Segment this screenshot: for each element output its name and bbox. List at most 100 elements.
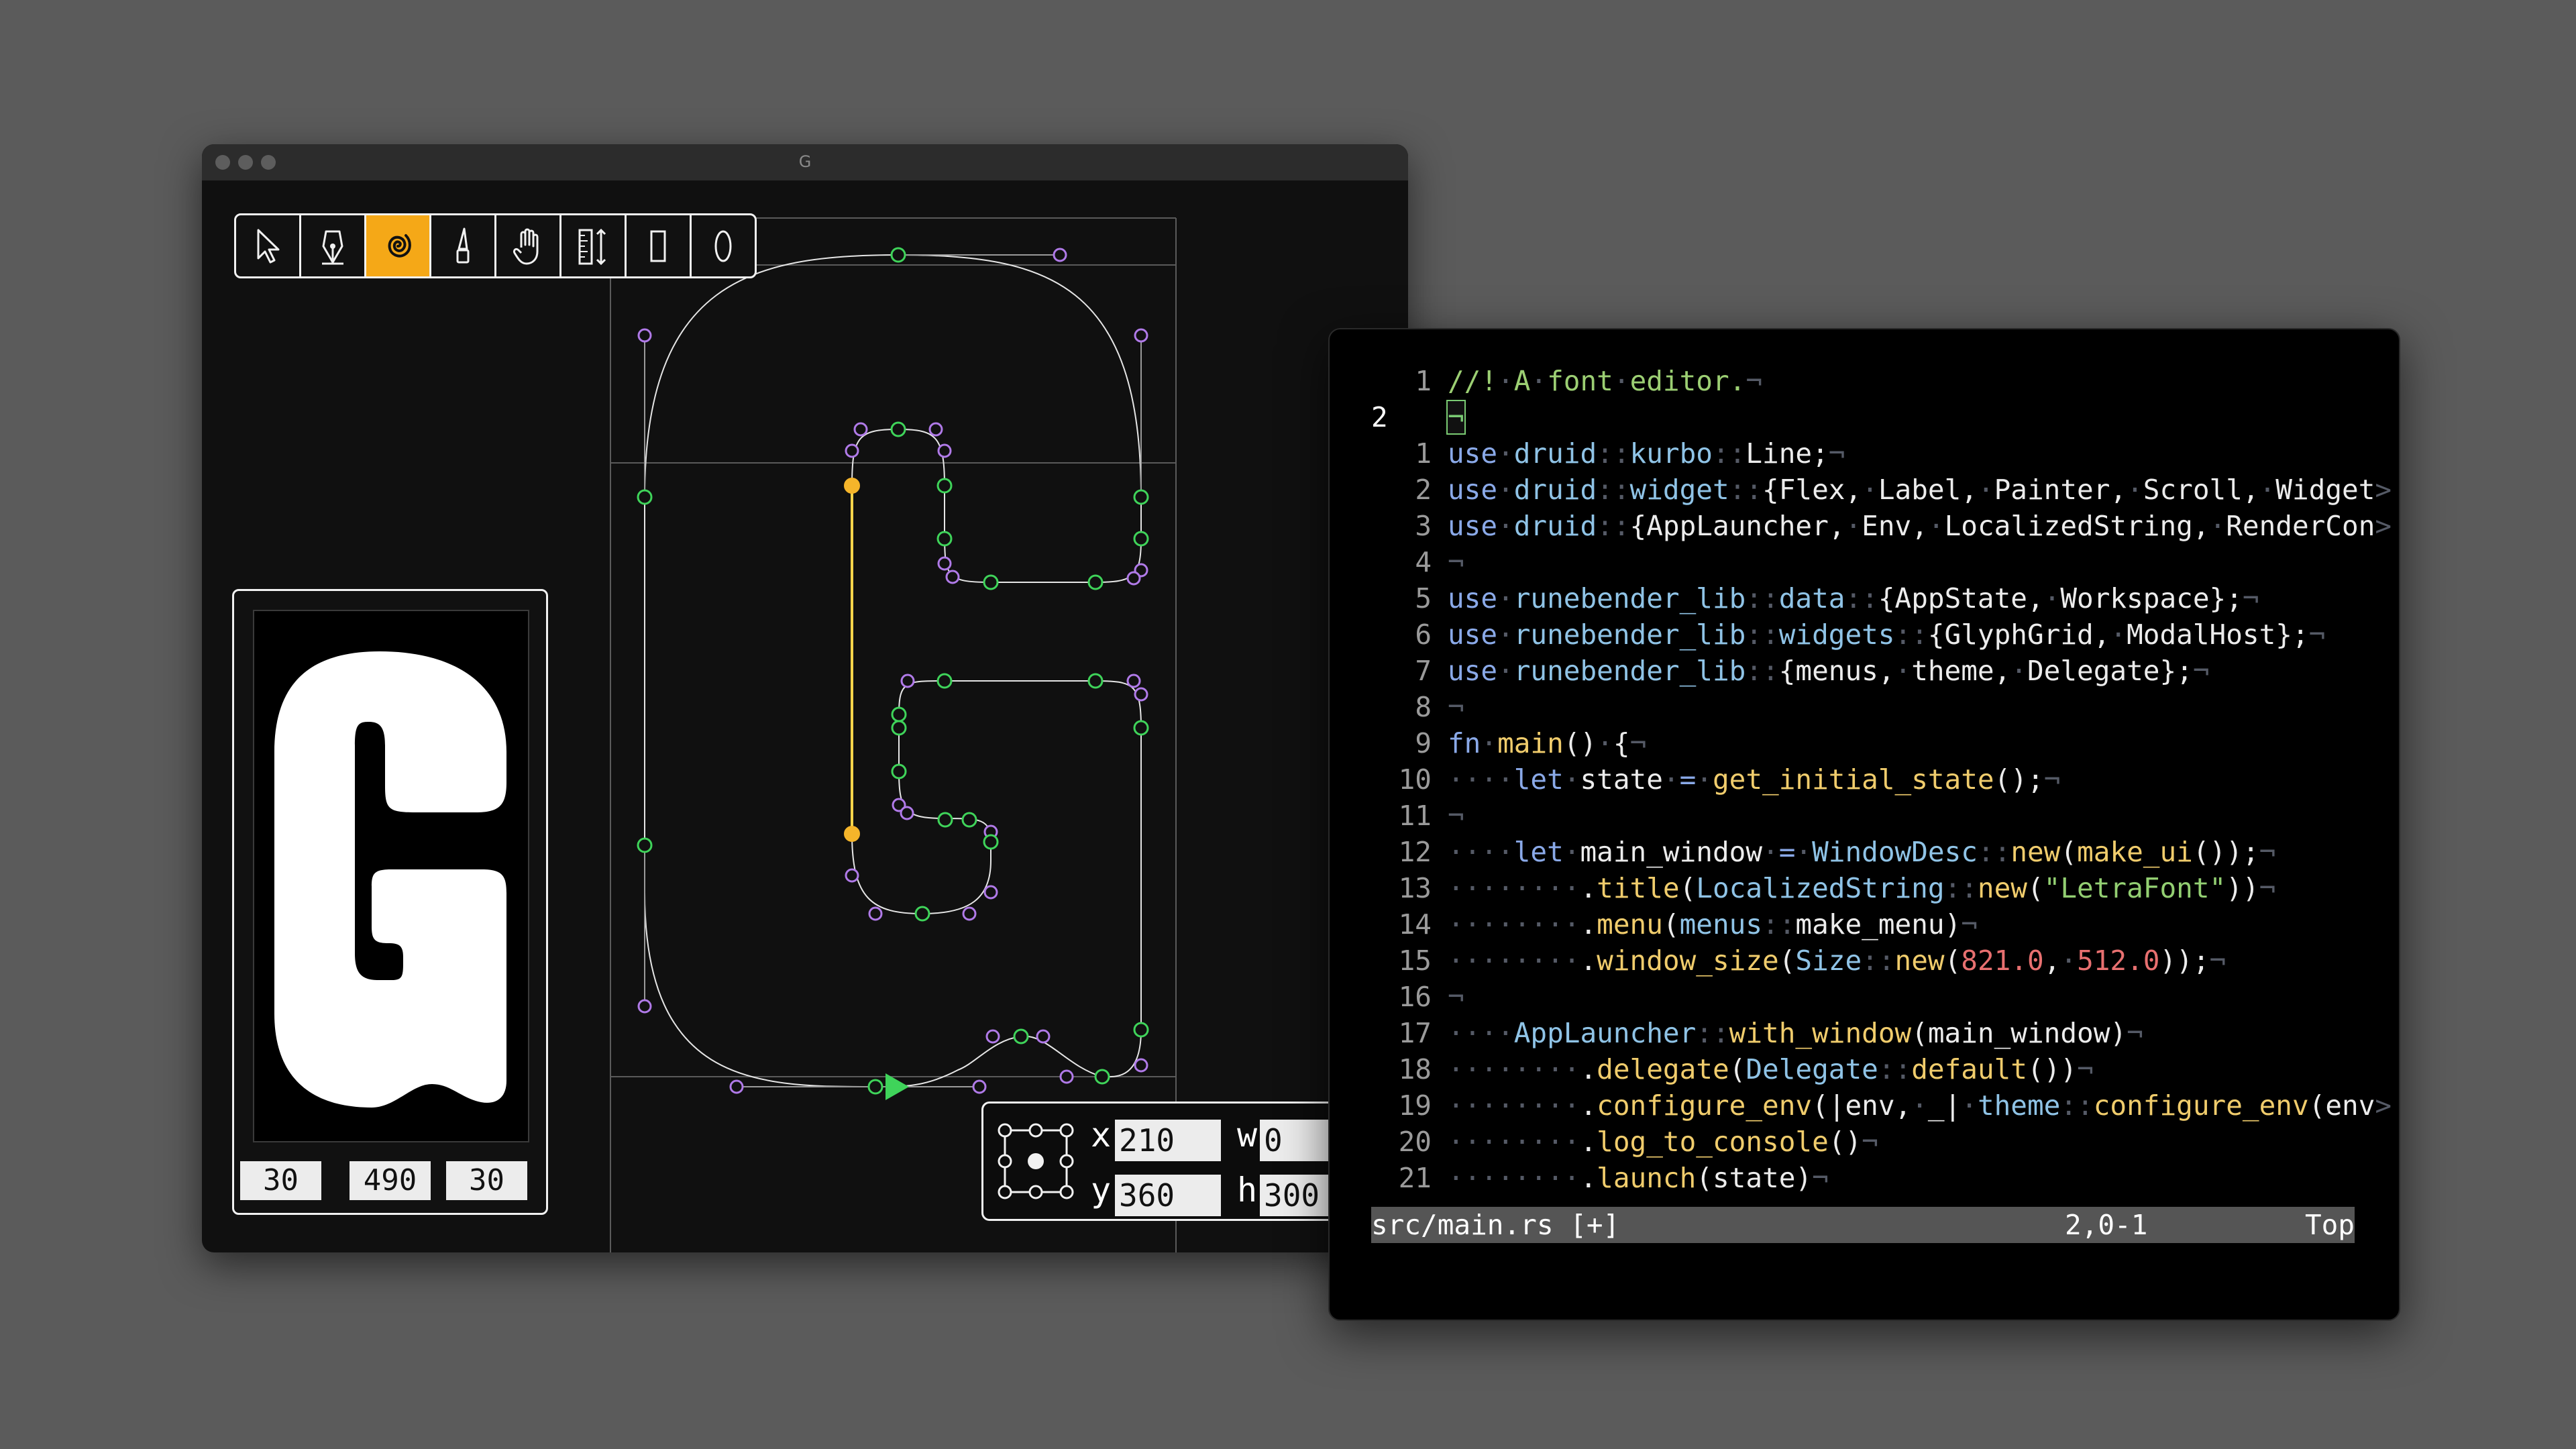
vim-status-line: src/main.rs [+] 2,0-1 Top bbox=[1371, 1207, 2355, 1243]
arrow-pointer-icon bbox=[257, 229, 280, 263]
code-token: · bbox=[1497, 582, 1514, 614]
pen-tool-button[interactable] bbox=[301, 215, 366, 276]
code-token: new bbox=[1977, 872, 2027, 904]
x-label: x bbox=[1091, 1116, 1112, 1155]
code-line[interactable]: 19 ········.configure_env(|env,·_|·theme:… bbox=[1371, 1087, 2392, 1124]
code-token: let bbox=[1513, 836, 1564, 868]
reference-point-selector-icon[interactable] bbox=[996, 1121, 1076, 1201]
code-token: . bbox=[1580, 945, 1597, 977]
code-token: let bbox=[1513, 763, 1564, 796]
code-line[interactable]: 20 ········.log_to_console()¬ bbox=[1371, 1124, 2392, 1160]
code-token: ( bbox=[1662, 908, 1680, 941]
line-number: 16 bbox=[1398, 981, 1432, 1013]
code-token: ···· bbox=[1448, 1017, 1514, 1049]
code-token: ¬ bbox=[2192, 655, 2210, 687]
code-line[interactable]: 15 ········.window_size(Size::new(821.0,·… bbox=[1371, 943, 2392, 979]
off-curve-points[interactable] bbox=[637, 248, 1148, 1094]
code-token: state bbox=[1580, 763, 1663, 796]
pen-nib-icon bbox=[322, 230, 343, 264]
code-token: · bbox=[1563, 836, 1580, 868]
glyph-preview: G bbox=[253, 610, 529, 1142]
code-token: · bbox=[1696, 763, 1713, 796]
rectangle-tool-button[interactable] bbox=[627, 215, 692, 276]
code-line[interactable]: 16 ¬ bbox=[1371, 979, 2392, 1015]
code-line[interactable]: 1//!·A·font·editor.¬ bbox=[1371, 363, 2392, 399]
code-token: window_size bbox=[1597, 945, 1779, 977]
code-token: ¬ bbox=[1862, 1126, 1878, 1158]
code-token: · bbox=[1497, 365, 1514, 397]
code-token: ¬ bbox=[1448, 981, 1464, 1013]
hand-tool-button[interactable] bbox=[496, 215, 561, 276]
code-line[interactable]: 3 use·druid::{AppLauncher,·Env,·Localized… bbox=[1371, 508, 2392, 544]
code-token: ···· bbox=[1448, 763, 1514, 796]
code-token: use bbox=[1448, 474, 1498, 506]
knife-tool-button[interactable] bbox=[431, 215, 496, 276]
select-tool-button[interactable] bbox=[236, 215, 301, 276]
line-number: 4 bbox=[1415, 546, 1432, 578]
code-token: (|env, bbox=[1812, 1089, 1912, 1122]
code-token: ········ bbox=[1448, 1126, 1580, 1158]
code-token: configure_env bbox=[2093, 1089, 2309, 1122]
code-token: druid bbox=[1513, 474, 1597, 506]
code-line[interactable]: 1 use·druid::kurbo::Line;¬ bbox=[1371, 435, 2392, 472]
y-coordinate-field[interactable]: 360 bbox=[1115, 1175, 1221, 1216]
code-token: ········ bbox=[1448, 1162, 1580, 1194]
code-token: use bbox=[1448, 619, 1498, 651]
code-token: · bbox=[2127, 474, 2143, 506]
ellipse-tool-button[interactable] bbox=[692, 215, 755, 276]
code-token: LocalizedString bbox=[1696, 872, 1945, 904]
code-line[interactable]: 11 ¬ bbox=[1371, 798, 2392, 834]
spiral-tool-button[interactable] bbox=[366, 215, 431, 276]
code-token: _| bbox=[1927, 1089, 1962, 1122]
code-line[interactable]: 7 use·runebender_lib::{menus,·theme,·Dele… bbox=[1371, 653, 2392, 689]
code-line[interactable]: 21 ········.launch(state)¬ bbox=[1371, 1160, 2392, 1196]
code-line[interactable]: 10 ····let·state·=·get_initial_state();¬ bbox=[1371, 761, 2392, 798]
status-file-name: src/main.rs [+] bbox=[1371, 1209, 1620, 1241]
code-line[interactable]: 13 ········.title(LocalizedString::new("L… bbox=[1371, 870, 2392, 906]
code-token: · bbox=[2043, 582, 2061, 614]
glyph-outline bbox=[644, 254, 1142, 1087]
line-number: 6 bbox=[1415, 619, 1432, 651]
code-token: · bbox=[1911, 1089, 1928, 1122]
code-token: , bbox=[2043, 945, 2061, 977]
code-line[interactable]: 18 ········.delegate(Delegate::default())… bbox=[1371, 1051, 2392, 1087]
code-token: ( bbox=[2027, 872, 2044, 904]
code-line[interactable]: 17 ····AppLauncher::with_window(main_wind… bbox=[1371, 1015, 2392, 1051]
code-line[interactable]: 4 ¬ bbox=[1371, 544, 2392, 580]
line-number: 2 bbox=[1371, 401, 1388, 433]
code-token: use bbox=[1448, 655, 1498, 687]
code-line[interactable]: 6 use·runebender_lib::widgets::{GlyphGrid… bbox=[1371, 616, 2392, 653]
advance-width-field[interactable]: 490 bbox=[350, 1161, 431, 1200]
code-token: (state) bbox=[1696, 1162, 1813, 1194]
code-token: Env, bbox=[1862, 510, 1928, 542]
code-line[interactable]: 12 ····let·main_window·=·WindowDesc::new(… bbox=[1371, 834, 2392, 870]
code-token: ········ bbox=[1448, 872, 1580, 904]
code-token: RenderCon bbox=[2226, 510, 2375, 542]
left-bearing-field[interactable]: 30 bbox=[240, 1161, 321, 1200]
code-token: . bbox=[1580, 1126, 1597, 1158]
code-token: main_window bbox=[1580, 836, 1763, 868]
code-token: > bbox=[2375, 510, 2392, 542]
line-number: 10 bbox=[1398, 763, 1432, 796]
code-line[interactable]: 2 ¬ bbox=[1371, 399, 2392, 435]
code-token: (env bbox=[2308, 1089, 2375, 1122]
code-line[interactable]: 8 ¬ bbox=[1371, 689, 2392, 725]
on-curve-points[interactable] bbox=[637, 247, 1149, 1095]
code-line[interactable]: 2 use·druid::widget::{Flex,·Label,·Painte… bbox=[1371, 472, 2392, 508]
code-token: · bbox=[1497, 437, 1514, 470]
code-token: :: bbox=[1597, 437, 1630, 470]
terminal-window: 1//!·A·font·editor.¬ 2 ¬ 1 use·druid::kurbo:… bbox=[1328, 328, 2400, 1321]
code-token: Widget bbox=[2275, 474, 2375, 506]
tool-palette bbox=[234, 213, 757, 278]
x-coordinate-field[interactable]: 210 bbox=[1115, 1120, 1221, 1161]
measure-tool-button[interactable] bbox=[561, 215, 627, 276]
font-editor-window: G 30 490 30 x 210 y 360 w 0 h 300 bbox=[202, 144, 1408, 1252]
code-token: · bbox=[1597, 727, 1613, 759]
code-line[interactable]: 5 use·runebender_lib::data::{AppState,·Wo… bbox=[1371, 580, 2392, 616]
right-bearing-field[interactable]: 30 bbox=[446, 1161, 527, 1200]
code-editor[interactable]: 1//!·A·font·editor.¬ 2 ¬ 1 use·druid::kurbo:… bbox=[1371, 363, 2392, 1196]
code-line[interactable]: 9 fn·main()·{¬ bbox=[1371, 725, 2392, 761]
code-token: ( bbox=[1679, 872, 1697, 904]
code-token: :: bbox=[1862, 945, 1895, 977]
code-line[interactable]: 14 ········.menu(menus::make_menu)¬ bbox=[1371, 906, 2392, 943]
